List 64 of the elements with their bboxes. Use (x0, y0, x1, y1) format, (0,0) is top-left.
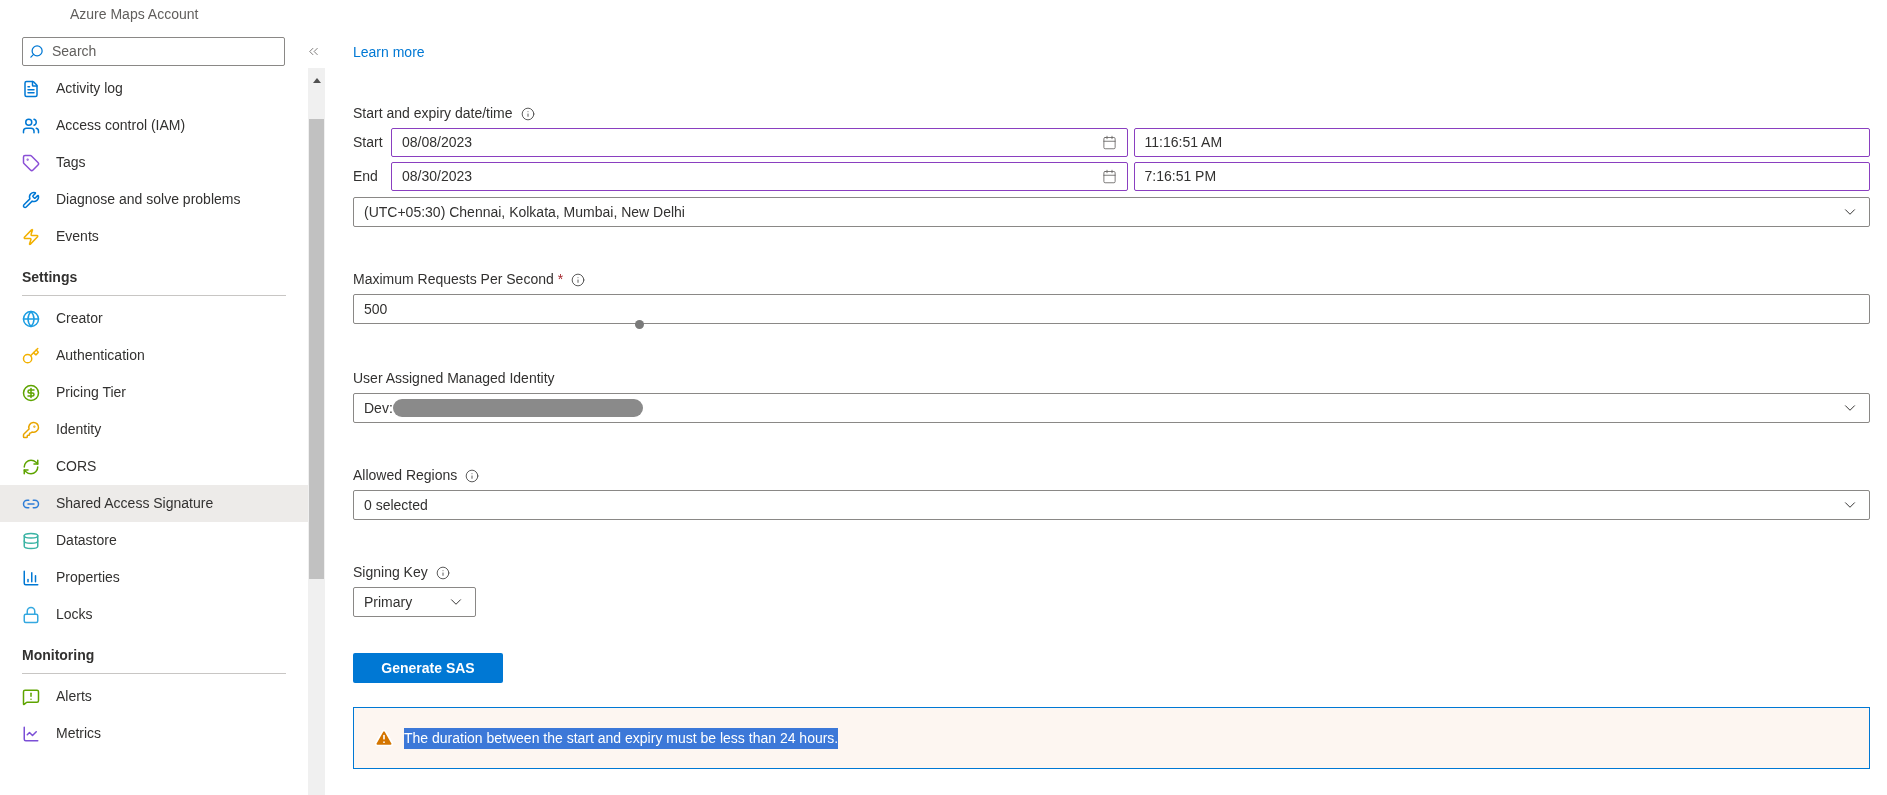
calendar-icon[interactable] (1101, 169, 1117, 184)
nav-item[interactable]: Access control (IAM) (0, 107, 308, 144)
nav-item[interactable]: Activity log (0, 70, 308, 107)
timezone-dropdown[interactable]: (UTC+05:30) Chennai, Kolkata, Mumbai, New Delhi (353, 197, 1870, 227)
nav-item[interactable]: Creator (0, 300, 308, 337)
nav-item[interactable]: Identity (0, 411, 308, 448)
scrollbar[interactable] (308, 68, 325, 795)
nav-item[interactable]: Properties (0, 559, 308, 596)
refresh-icon (22, 457, 40, 476)
calendar-icon[interactable] (1101, 135, 1117, 150)
tag-icon (22, 153, 40, 172)
people-icon (22, 116, 40, 135)
key-icon (22, 346, 40, 365)
section-heading: Monitoring (22, 647, 95, 663)
identity-dropdown[interactable]: Dev: (353, 393, 1870, 423)
resource-subtitle: Azure Maps Account (70, 6, 199, 22)
date-field[interactable]: 08/30/2023 (391, 162, 1128, 191)
nav-item[interactable]: Tags (0, 144, 308, 181)
warning-message: The duration between the start and expiry must be less than 24 hours. (404, 727, 839, 749)
time-field[interactable]: 11:16:51 AM (1133, 128, 1870, 157)
generate-sas-button[interactable]: Generate SAS (353, 653, 503, 683)
info-icon[interactable] (571, 272, 586, 287)
learn-more-link[interactable]: Learn more (353, 42, 425, 63)
regions-dropdown[interactable]: 0 selected (353, 490, 1870, 520)
nav-item[interactable]: Alerts (0, 678, 308, 715)
nav-item[interactable]: CORS (0, 448, 308, 485)
info-icon[interactable] (520, 106, 535, 121)
alert-icon (22, 687, 40, 706)
globe-icon (22, 309, 40, 328)
wrench-icon (22, 190, 40, 209)
field-label: Allowed Regions (353, 466, 458, 485)
coin-icon (22, 383, 40, 402)
database-icon (22, 531, 40, 550)
signing-key-dropdown[interactable]: Primary (353, 587, 476, 617)
bar-chart-icon (22, 568, 40, 587)
lightning-icon (22, 227, 40, 246)
info-icon[interactable] (435, 565, 450, 580)
info-icon[interactable] (465, 468, 480, 483)
nav-item[interactable]: Metrics (0, 715, 308, 752)
nav-item[interactable]: Diagnose and solve problems (0, 181, 308, 218)
time-field[interactable]: 7:16:51 PM (1133, 162, 1870, 191)
search-icon (29, 43, 44, 59)
nav-item[interactable]: Events (0, 218, 308, 255)
nav-item[interactable]: Locks (0, 596, 308, 633)
warning-icon (374, 728, 394, 748)
date-field[interactable]: 08/08/2023 (391, 128, 1128, 157)
nav-item[interactable]: Authentication (0, 337, 308, 374)
required-asterisk: * (557, 270, 564, 289)
key-icon (22, 420, 40, 439)
field-label: Maximum Requests Per Second (353, 270, 554, 289)
field-label: Start and expiry date/time (353, 104, 513, 123)
section-heading: Settings (22, 269, 78, 285)
line-chart-icon (22, 724, 40, 743)
nav-item[interactable]: Datastore (0, 522, 308, 559)
lock-icon (22, 605, 40, 624)
input-field[interactable]: 500 (353, 294, 1870, 324)
nav-item[interactable]: Pricing Tier (0, 374, 308, 411)
field-label: User Assigned Managed Identity (353, 369, 555, 388)
field-label: Signing Key (353, 563, 428, 582)
row-label: End (353, 167, 379, 186)
row-label: Start (353, 133, 384, 152)
nav-item[interactable]: Shared Access Signature (0, 485, 308, 522)
search-field[interactable]: Search (22, 36, 285, 66)
document-icon (22, 79, 40, 98)
